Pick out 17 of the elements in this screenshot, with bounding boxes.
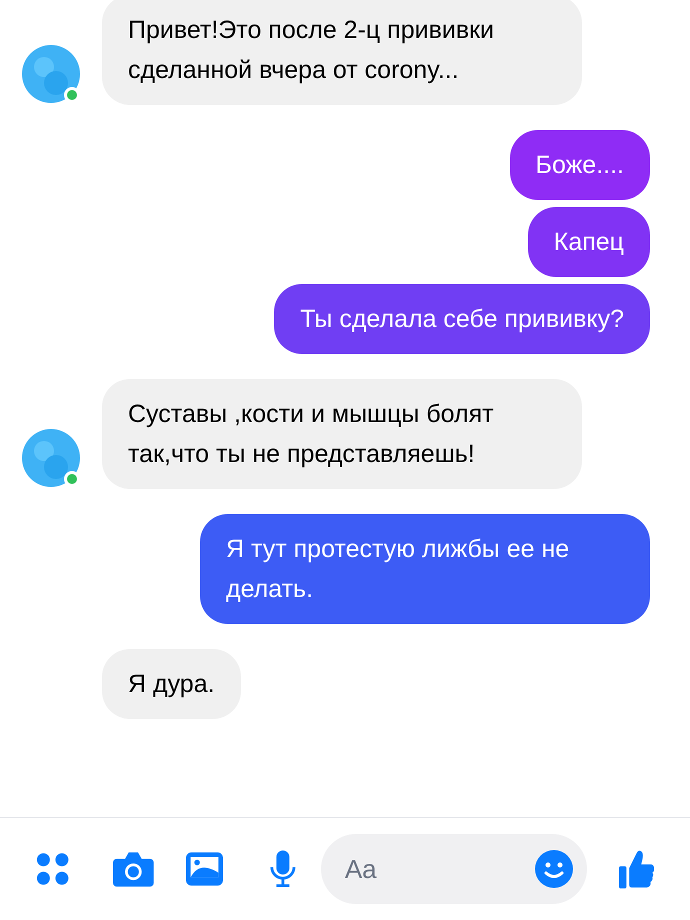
avatar[interactable] — [20, 427, 82, 489]
camera-icon[interactable] — [113, 850, 154, 888]
microphone-icon[interactable] — [269, 849, 297, 889]
message-field[interactable]: Aa — [320, 834, 587, 904]
message-bubble: Ты сделала себе прививку? — [274, 284, 650, 354]
message-input[interactable]: Aa — [344, 850, 535, 888]
avatar[interactable] — [20, 43, 82, 105]
apps-icon[interactable] — [36, 851, 70, 887]
thumbs-up-icon[interactable] — [618, 848, 654, 890]
smiley-icon[interactable] — [534, 850, 573, 888]
image-icon[interactable] — [186, 851, 224, 887]
message-bubble: Я дура. — [102, 649, 241, 719]
message-bubble: Суставы ,кости и мышцы болят так,что ты не представляешь! — [102, 379, 582, 489]
message-bubble: Боже.... — [510, 130, 650, 200]
message-bubble: Я тут протестую лижбы ее не делать. — [200, 514, 650, 624]
message-bubble: Привет!Это после 2-ц прививки сделанной вчера от corony... — [102, 0, 582, 105]
message-bubble: Капец — [528, 207, 650, 277]
